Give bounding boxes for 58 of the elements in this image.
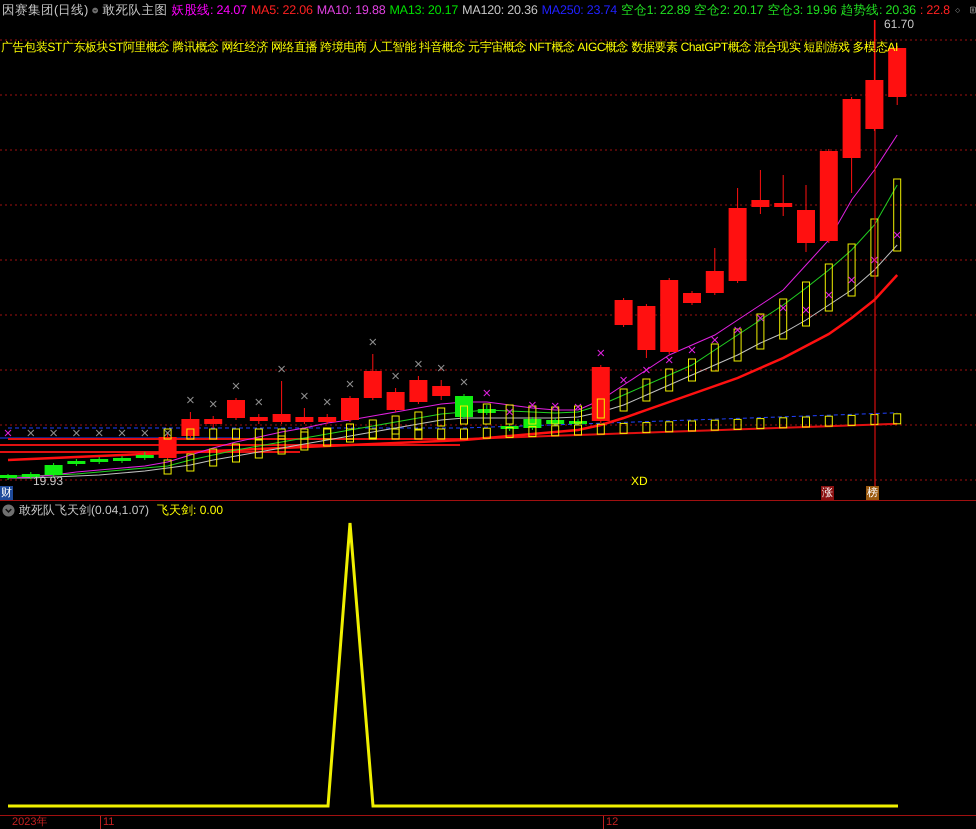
candlestick	[614, 298, 633, 328]
legend-value: MA10: 19.88	[316, 3, 386, 17]
date-label: 11	[100, 816, 114, 829]
candlestick	[706, 248, 724, 296]
candlestick	[0, 474, 17, 480]
legend-value: 妖股线: 24.07	[172, 2, 247, 18]
indicator-reading: 飞天剑: 0.00	[157, 502, 224, 518]
candlestick	[523, 416, 542, 430]
date-label: 12	[603, 816, 618, 829]
date-label: 2023年	[12, 816, 48, 829]
candlestick	[318, 414, 336, 424]
candlestick	[341, 396, 359, 422]
candlestick	[683, 290, 701, 306]
event-badge[interactable]: 涨	[821, 486, 834, 500]
candlestick	[67, 458, 86, 466]
legend-value: MA13: 20.17	[389, 3, 458, 17]
legend-value: 趋势线: 20.36	[840, 2, 916, 18]
legend-value: 空仓1: 22.89	[621, 2, 690, 18]
legend-value: MA250: 23.74	[542, 3, 618, 17]
legend-value: 空仓3: 19.96	[767, 2, 837, 18]
candlestick	[136, 452, 154, 460]
candlestick	[90, 456, 108, 464]
candlestick	[113, 456, 131, 464]
indicator-name[interactable]: 敢死队飞天剑(0.04,1.07)	[19, 502, 150, 518]
candlestick	[250, 414, 268, 424]
ex-dividend-marker: XD	[631, 474, 648, 488]
candlestick	[500, 424, 519, 432]
legend-value: 空仓2: 20.17	[694, 2, 764, 18]
candlestick	[204, 416, 222, 428]
candlestick	[227, 398, 245, 420]
chart-title: 因赛集团(日线)	[2, 2, 88, 18]
candlestick	[272, 380, 291, 424]
candlestick	[409, 376, 428, 404]
candlestick	[295, 408, 314, 424]
legend-value: MA120: 20.36	[462, 3, 538, 17]
chevron-down-icon[interactable]	[2, 504, 15, 516]
candlestick	[797, 184, 815, 252]
low-price-label: 19.93	[33, 474, 64, 488]
candlestick	[44, 462, 63, 478]
event-badge[interactable]: 财	[0, 486, 13, 500]
event-badge[interactable]: 榜	[866, 486, 879, 500]
candlestick	[181, 412, 200, 438]
candlestick	[774, 174, 792, 216]
candlestick	[569, 418, 587, 426]
indicator-name[interactable]: 敢死队主图	[102, 2, 168, 18]
candlestick	[637, 304, 656, 358]
legend-value: MA5: 22.06	[250, 3, 313, 17]
candlestick	[751, 170, 770, 214]
candlestick	[592, 364, 610, 424]
candlestick	[364, 354, 382, 400]
high-price-label: 61.70	[884, 17, 914, 31]
candlestick	[158, 432, 177, 460]
legend-value: : 22.8	[920, 3, 950, 17]
candlestick	[386, 388, 405, 412]
candlestick	[455, 394, 473, 420]
candlestick	[432, 380, 450, 400]
candlestick	[546, 418, 564, 426]
candlestick	[478, 404, 496, 416]
